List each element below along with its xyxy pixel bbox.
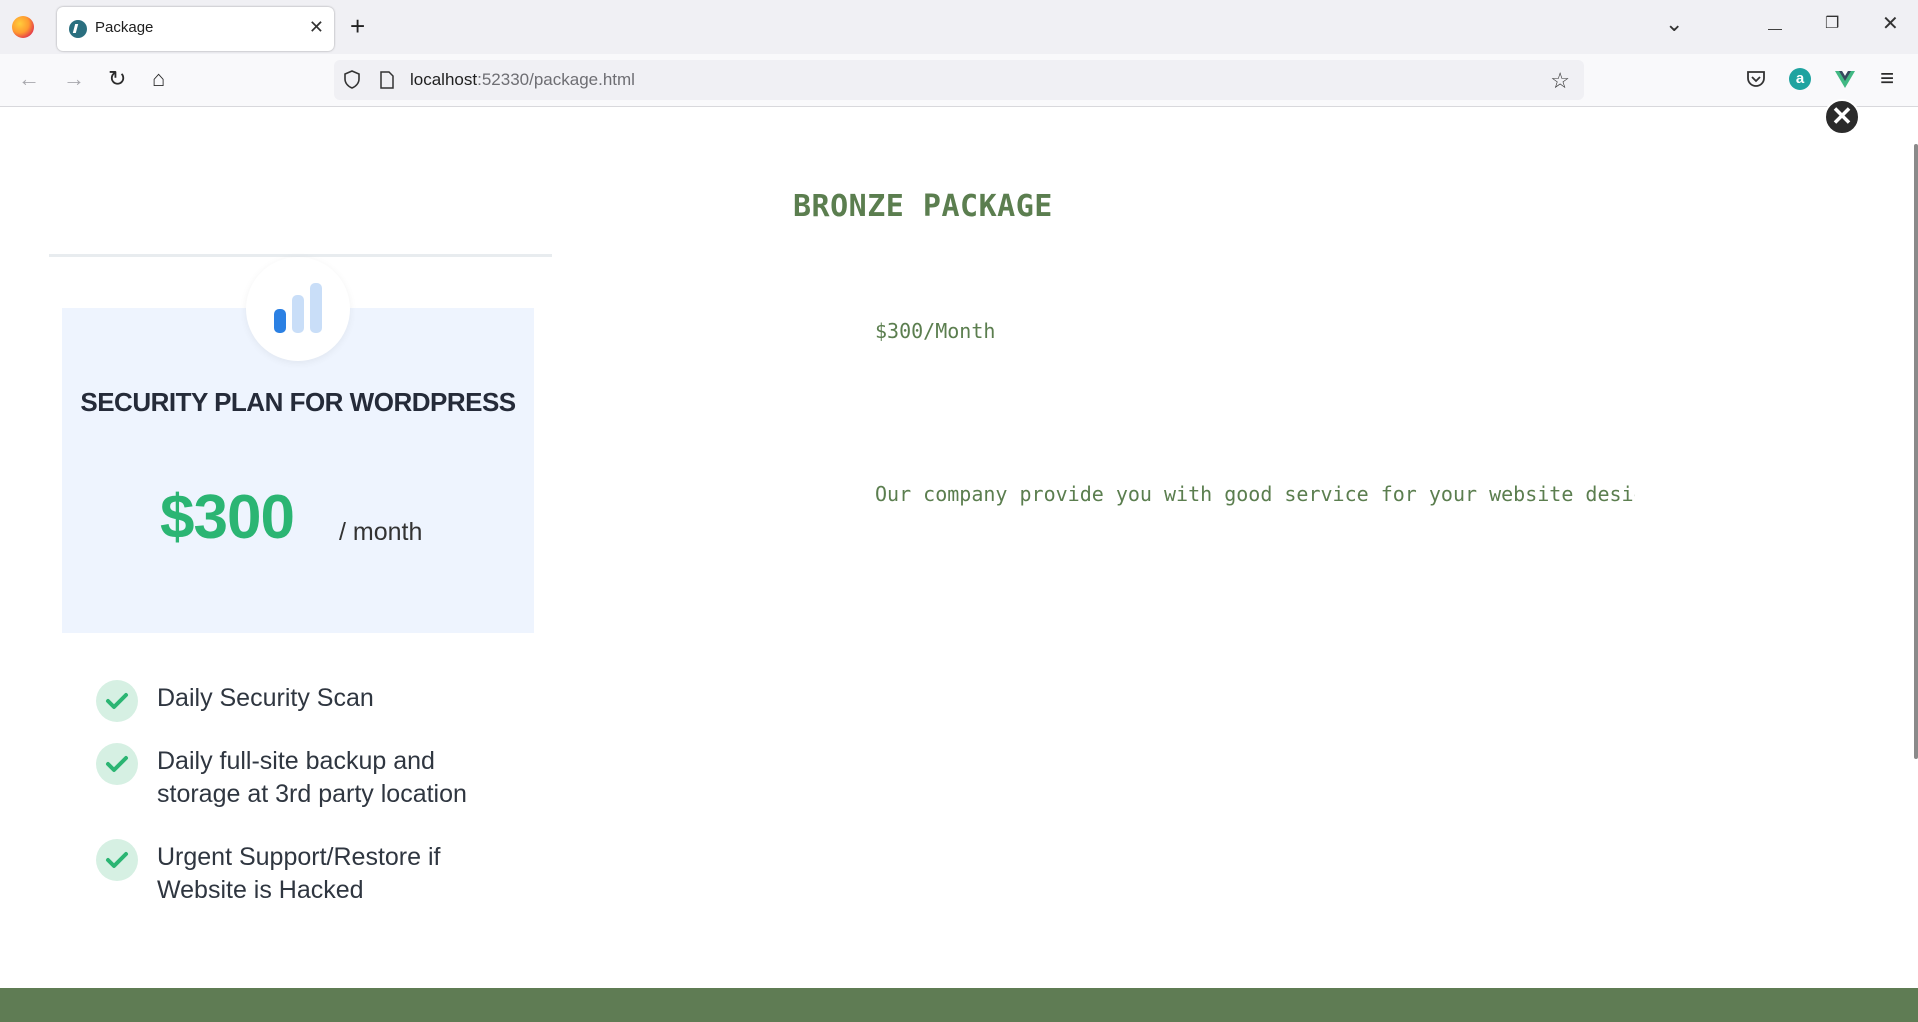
plan-period: / month [339, 518, 423, 546]
feature-list: Daily Security Scan Daily full-site back… [96, 680, 516, 935]
browser-tab[interactable]: Package ✕ [57, 7, 334, 51]
package-description: Our company provide you with good servic… [875, 482, 1635, 506]
bookmark-star-icon[interactable]: ☆ [1550, 68, 1570, 94]
footer [0, 988, 1918, 1022]
feature-text: Daily Security Scan [157, 684, 374, 712]
window-close-button[interactable]: ✕ [1882, 12, 1899, 36]
plan-title: SECURITY PLAN FOR WORDPRESS [80, 387, 516, 417]
feature-text: Urgent Support/Restore if Website is Hac… [157, 843, 441, 904]
extension-a-icon[interactable]: a [1789, 68, 1811, 90]
check-icon [96, 839, 138, 881]
signal-bars-icon [246, 257, 350, 361]
feature-item: Daily full-site backup and storage at 3r… [96, 743, 516, 811]
restore-button[interactable]: ❐ [1825, 12, 1839, 36]
home-button[interactable]: ⌂ [152, 66, 165, 92]
shield-icon[interactable] [344, 70, 360, 89]
pocket-icon[interactable] [1745, 68, 1767, 90]
url-path: :52330/package.html [477, 70, 635, 89]
page-content: ✕ SECURITY PLAN FOR WORDPRESS $300 / mon… [0, 99, 1918, 1022]
package-title: BRONZE PACKAGE [793, 189, 1053, 224]
list-all-tabs-icon[interactable]: ⌄ [1665, 12, 1683, 36]
vue-devtools-icon[interactable] [1834, 68, 1856, 90]
app-menu-icon[interactable]: ≡ [1880, 66, 1894, 92]
package-price: $300/Month [875, 319, 996, 343]
scrollbar[interactable] [1914, 144, 1918, 759]
minimize-button[interactable]: — [1768, 16, 1782, 40]
feature-text: Daily full-site backup and storage at 3r… [157, 747, 467, 808]
check-icon [96, 680, 138, 722]
page-icon [380, 71, 394, 89]
url-host: localhost [410, 70, 478, 89]
forward-button[interactable]: → [63, 66, 85, 92]
close-icon[interactable]: ✕ [1824, 99, 1860, 135]
tab-title: Package [95, 19, 154, 36]
feature-item: Daily Security Scan [96, 680, 516, 722]
reload-button[interactable]: ↻ [108, 66, 126, 92]
plan-price: $300 [160, 483, 295, 552]
url-bar[interactable]: localhost:52330/package.html ☆ [334, 60, 1584, 100]
browser-nav-bar: ← → ↻ ⌂ localhost:52330/package.html ☆ a… [0, 54, 1918, 107]
firefox-icon[interactable] [12, 16, 34, 38]
feature-item: Urgent Support/Restore if Website is Hac… [96, 839, 516, 907]
tab-close-icon[interactable]: ✕ [309, 17, 324, 37]
browser-tab-bar: Package ✕ + ⌄ — ❐ ✕ [0, 0, 1918, 54]
back-button[interactable]: ← [18, 66, 40, 92]
check-icon [96, 743, 138, 785]
url-text[interactable]: localhost:52330/package.html [410, 70, 635, 90]
site-favicon-icon [69, 20, 87, 38]
new-tab-button[interactable]: + [350, 12, 365, 40]
